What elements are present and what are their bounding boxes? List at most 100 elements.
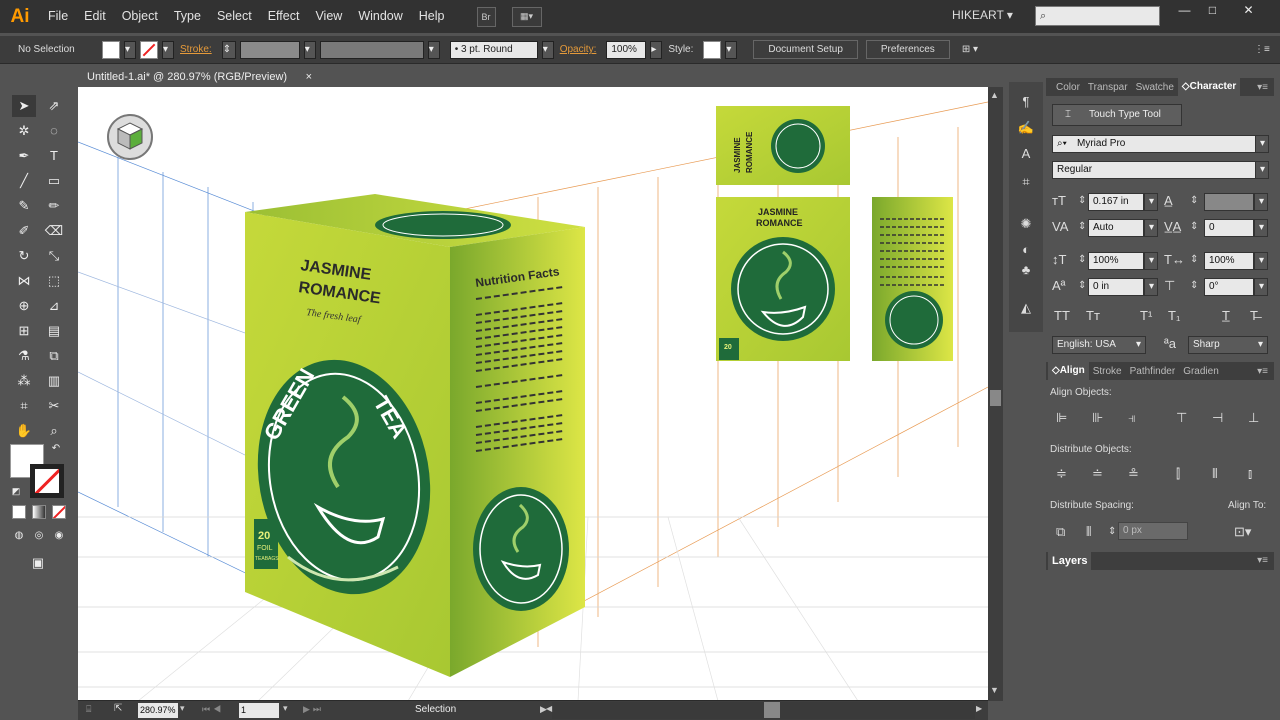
align-top-icon[interactable]: ⊤ xyxy=(1176,410,1187,426)
lasso-tool-icon[interactable]: ◌ xyxy=(42,120,66,142)
rotation-stepper[interactable]: ⇕ xyxy=(1190,280,1198,291)
artboard-tool-icon[interactable]: ⌗ xyxy=(12,395,36,417)
align-h-center-icon[interactable]: ⊪ xyxy=(1092,410,1103,426)
tab-character[interactable]: ◇Character xyxy=(1177,78,1241,96)
menu-file[interactable]: File xyxy=(40,0,76,33)
zoom-dropdown-icon[interactable]: ▾ xyxy=(180,703,185,714)
layers-panel-header[interactable]: Layers ▾≡ xyxy=(1046,552,1274,570)
menu-object[interactable]: Object xyxy=(114,0,166,33)
hand-tool-icon[interactable]: ✋ xyxy=(12,420,36,442)
current-tool-status[interactable]: Selection xyxy=(415,704,456,715)
scroll-up-icon[interactable]: ▲ xyxy=(990,90,999,100)
opacity-dropdown[interactable]: ▸ xyxy=(650,40,663,59)
align-v-center-icon[interactable]: ⊣ xyxy=(1212,410,1223,426)
style-dropdown[interactable]: ▾ xyxy=(725,40,738,59)
tab-stroke[interactable]: Stroke xyxy=(1089,366,1126,377)
graphic-styles-panel-icon[interactable]: A xyxy=(1016,144,1036,164)
color-mode-icon[interactable] xyxy=(12,505,26,519)
tracking-dropdown[interactable]: ▾ xyxy=(1254,219,1268,237)
pencil-tool-icon[interactable]: ✏ xyxy=(42,195,66,217)
type-tool-icon[interactable]: T xyxy=(42,145,66,167)
arrange-icon[interactable]: ⊞ ▾ xyxy=(962,44,978,55)
menu-help[interactable]: Help xyxy=(411,0,453,33)
paintbrush-tool-icon[interactable]: ✎ xyxy=(12,195,36,217)
tracking-field[interactable]: 0 xyxy=(1204,219,1254,237)
horizontal-scroll-thumb[interactable] xyxy=(764,702,780,718)
selection-tool-icon[interactable]: ➤ xyxy=(12,95,36,117)
artboard-number-field[interactable]: 1 xyxy=(239,703,279,718)
small-caps-icon[interactable]: Tᴛ xyxy=(1086,308,1100,323)
first-prev-artboard-icon[interactable]: ⏮◀ xyxy=(202,704,224,715)
vertical-scale-stepper[interactable]: ⇕ xyxy=(1078,254,1086,265)
distribute-right-icon[interactable]: ⫾ xyxy=(1248,466,1252,482)
strikethrough-icon[interactable]: T̶ xyxy=(1250,308,1258,323)
screen-mode-icon[interactable]: ▣ xyxy=(26,552,50,574)
variable-width-dropdown[interactable] xyxy=(319,40,424,59)
character-rotation-field[interactable]: 0° xyxy=(1204,278,1254,296)
all-caps-icon[interactable]: TT xyxy=(1054,308,1070,323)
menu-edit[interactable]: Edit xyxy=(76,0,114,33)
vertical-scroll-thumb[interactable] xyxy=(990,390,1001,406)
tab-gradient[interactable]: Gradien xyxy=(1179,366,1223,377)
brush-arrow[interactable]: ▾ xyxy=(541,40,554,59)
horizontal-scale-dropdown[interactable]: ▾ xyxy=(1254,252,1268,270)
symbol-sprayer-tool-icon[interactable]: ⁂ xyxy=(12,370,36,392)
fill-dropdown[interactable]: ▾ xyxy=(124,40,136,59)
baseline-shift-field[interactable]: 0 in xyxy=(1088,278,1144,296)
font-style-dropdown[interactable]: ▾ xyxy=(1255,161,1269,179)
document-setup-button[interactable]: Document Setup xyxy=(753,40,858,59)
gradient-mode-icon[interactable] xyxy=(32,505,46,519)
layers-panel-menu-icon[interactable]: ▾≡ xyxy=(1257,555,1268,566)
spacing-field[interactable]: 0 px xyxy=(1118,522,1188,540)
slice-tool-icon[interactable]: ✂ xyxy=(42,395,66,417)
close-window-icon[interactable]: ✕ xyxy=(1236,3,1261,18)
arrange-documents-icon[interactable]: ▦▾ xyxy=(511,6,542,27)
distribute-v-center-icon[interactable]: ≐ xyxy=(1092,466,1103,482)
baseline-shift-dropdown[interactable]: ▾ xyxy=(1144,278,1158,296)
menu-effect[interactable]: Effect xyxy=(260,0,308,33)
line-tool-icon[interactable]: ╱ xyxy=(12,170,36,192)
stroke-weight-field[interactable] xyxy=(239,40,300,59)
none-mode-icon[interactable] xyxy=(52,505,66,519)
mesh-tool-icon[interactable]: ⊞ xyxy=(12,320,36,342)
perspective-grid-tool-icon[interactable]: ⊿ xyxy=(42,295,66,317)
tab-transparency[interactable]: Transpar xyxy=(1084,82,1132,93)
tab-pathfinder[interactable]: Pathfinder xyxy=(1126,366,1180,377)
stroke-label[interactable]: Stroke: xyxy=(180,44,212,55)
tracking-stepper[interactable]: ⇕ xyxy=(1190,221,1198,232)
scroll-down-icon[interactable]: ▼ xyxy=(990,685,999,695)
vertical-scrollbar[interactable]: ▲ ▼ xyxy=(988,87,1003,701)
draw-normal-icon[interactable]: ◍ xyxy=(10,528,28,544)
artboard-dropdown-icon[interactable]: ▾ xyxy=(283,703,288,714)
paragraph-panel-icon[interactable]: ¶ xyxy=(1016,92,1036,112)
opacity-label[interactable]: Opacity: xyxy=(560,44,597,55)
bridge-button[interactable]: Br xyxy=(476,6,496,27)
gradient-panel-icon[interactable]: ◭ xyxy=(1016,298,1036,318)
workspace-switcher[interactable]: HIKEART ▾ xyxy=(952,8,1013,22)
stroke-color-box[interactable] xyxy=(30,464,64,498)
direct-selection-tool-icon[interactable]: ⇗ xyxy=(42,95,66,117)
artboard-canvas[interactable]: JASMINE ROMANCE The fresh leaf GREEN TEA… xyxy=(78,87,988,701)
document-tab[interactable]: Untitled-1.ai* @ 280.97% (RGB/Preview) × xyxy=(78,68,318,87)
scroll-right-icon[interactable]: ▶ xyxy=(976,704,982,713)
horizontal-scale-stepper[interactable]: ⇕ xyxy=(1190,254,1198,265)
font-size-stepper[interactable]: ⇕ xyxy=(1078,195,1086,206)
preferences-button[interactable]: Preferences xyxy=(865,40,950,59)
tab-align[interactable]: ◇Align xyxy=(1048,362,1089,380)
stroke-weight-dropdown[interactable]: ▾ xyxy=(303,40,316,59)
eyedropper-tool-icon[interactable]: ⚗ xyxy=(12,345,36,367)
distribute-top-icon[interactable]: ≑ xyxy=(1056,466,1067,482)
rotate-tool-icon[interactable]: ↻ xyxy=(12,245,36,267)
rectangle-tool-icon[interactable]: ▭ xyxy=(42,170,66,192)
color-guide-panel-icon[interactable]: ◐ xyxy=(1016,240,1036,260)
anti-aliasing-dropdown[interactable]: Sharp ▾ xyxy=(1188,336,1268,354)
scroll-left-icon[interactable]: ◀ xyxy=(546,704,552,713)
minimize-icon[interactable]: — xyxy=(1172,3,1197,18)
horizontal-scrollbar[interactable] xyxy=(552,702,975,719)
width-tool-icon[interactable]: ⋈ xyxy=(12,270,36,292)
horizontal-distribute-space-icon[interactable]: ⫴ xyxy=(1086,524,1091,540)
menu-type[interactable]: Type xyxy=(166,0,209,33)
stroke-swatch[interactable] xyxy=(140,40,158,59)
transform-panel-icon[interactable]: ⌗ xyxy=(1016,172,1036,192)
save-state-icon[interactable]: ⇱ xyxy=(114,703,122,714)
